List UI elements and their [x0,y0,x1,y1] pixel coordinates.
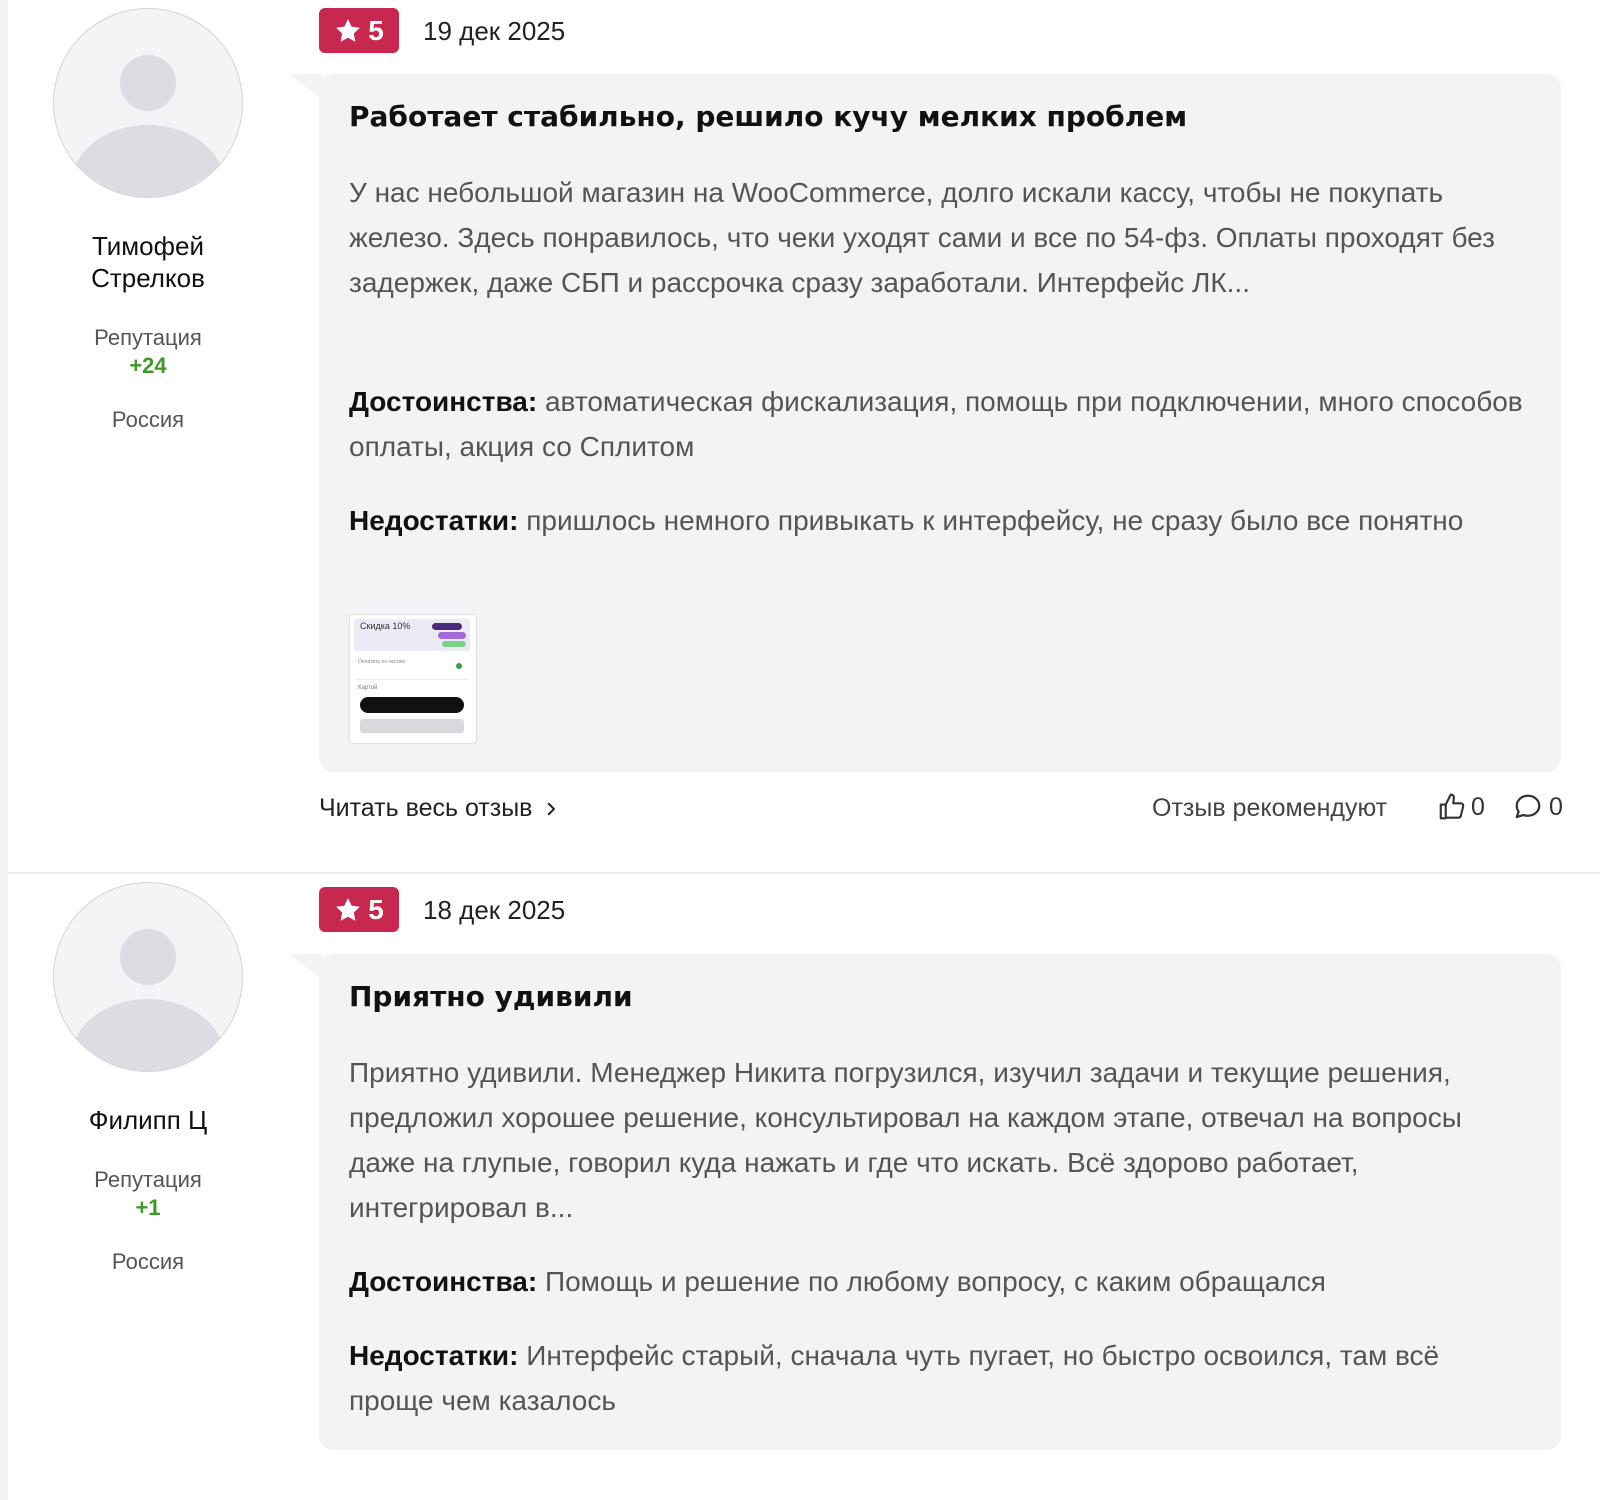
attachment-label: Картой [358,685,378,691]
author-country: Россия [111,407,185,432]
review-attachment-thumbnail[interactable]: Скидка 10% Оплатить по частям Картой [349,614,477,744]
rating-badge: 5 [319,8,399,53]
read-more-label: Читать весь отзыв [319,794,533,822]
star-icon [336,897,361,921]
avatar-placeholder-icon[interactable] [53,882,243,1072]
review-cons: Недостатки: Интерфейс старый, сначала чу… [349,1333,1529,1423]
review-date: 18 дек 2025 [423,895,566,925]
pros-label: Достоинства: [349,1266,538,1297]
review-author: Тимофей Стрелков Репутация +24 Россия [8,0,288,434]
author-country: Россия [111,1249,185,1274]
cons-label: Недостатки: [349,1340,519,1371]
review-title[interactable]: Работает стабильно, решило кучу мелких п… [349,100,1187,133]
reputation-value: +1 [135,1195,161,1220]
author-name[interactable]: Филипп Ц [48,1104,248,1136]
left-edge [0,0,8,1500]
author-name[interactable]: Тимофей Стрелков [48,230,248,294]
review-body: Приятно удивили. Менеджер Никита погрузи… [349,1057,1462,1223]
review-body: У нас небольшой магазин на WooCommerce, … [349,177,1495,298]
comment-icon [1515,794,1541,819]
review-date: 19 дек 2025 [423,16,566,46]
like-count: 0 [1471,792,1485,821]
comment-button[interactable]: 0 [1513,792,1563,822]
review-content: Приятно удивили Приятно удивили. Менедже… [289,954,1561,1450]
cons-label: Недостатки: [349,505,519,536]
chevron-right-icon [548,802,556,815]
rating-value: 5 [368,14,384,46]
attachment-title: Скидка 10% [360,621,411,631]
rating-badge: 5 [319,887,399,932]
review-pros: Достоинства: Помощь и решение по любому … [349,1259,1529,1304]
reputation-label: Репутация [94,1167,202,1192]
review-footer: Читать весь отзыв Отзыв рекомендуют 0 0 [319,790,1563,830]
like-button[interactable]: 0 [1437,792,1485,822]
pros-text: Помощь и решение по любому вопросу, с ка… [544,1266,1326,1297]
review-author: Филипп Ц Репутация +1 Россия [8,874,288,1276]
reputation-value: +24 [129,353,167,378]
avatar-placeholder-icon[interactable] [53,8,243,198]
review-cons: Недостатки: пришлось немного привыкать к… [349,498,1529,543]
review-card: Филипп Ц Репутация +1 Россия 5 18 дек 20… [8,874,1600,1500]
comment-count: 0 [1549,792,1563,821]
star-icon [336,18,361,42]
reviews-page: Тимофей Стрелков Репутация +24 Россия 5 … [0,0,1600,1500]
review-title[interactable]: Приятно удивили [349,980,633,1013]
reputation-label: Репутация [94,325,202,350]
thumbs-up-icon [1439,793,1465,820]
pros-label: Достоинства: [349,386,538,417]
review-content: Работает стабильно, решило кучу мелких п… [289,74,1561,772]
attachment-row-text: Оплатить по частям [358,659,405,665]
rating-value: 5 [368,893,384,925]
read-full-review-link[interactable]: Читать весь отзыв [319,794,560,823]
review-card: Тимофей Стрелков Репутация +24 Россия 5 … [8,0,1600,874]
recommend-label: Отзыв рекомендуют [1152,794,1388,822]
cons-text: пришлось немного привыкать к интерфейсу,… [526,505,1464,536]
review-pros: Достоинства: автоматическая фискализация… [349,379,1529,469]
